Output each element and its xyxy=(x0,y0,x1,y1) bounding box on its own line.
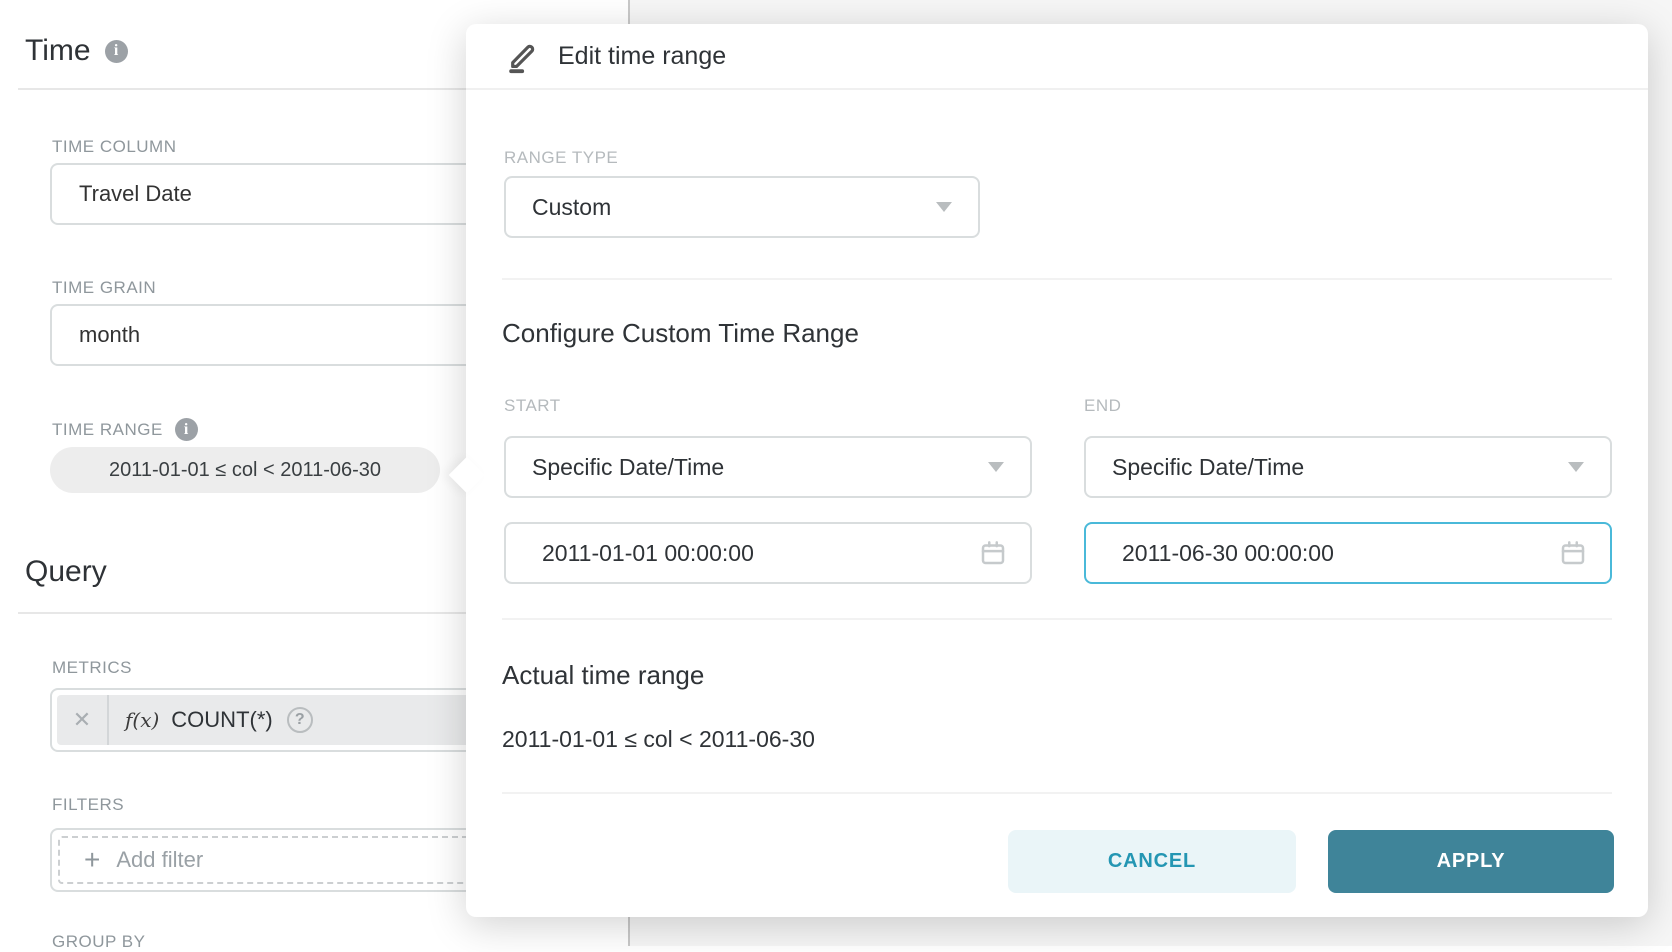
help-icon[interactable]: ? xyxy=(287,707,313,733)
start-label: START xyxy=(504,396,561,416)
start-datetime-input[interactable]: 2011-01-01 00:00:00 xyxy=(504,522,1032,584)
start-mode-value: Specific Date/Time xyxy=(532,454,724,481)
range-type-label: RANGE TYPE xyxy=(504,148,618,168)
edit-time-range-popover: Edit time range RANGE TYPE Custom Config… xyxy=(466,24,1648,917)
start-mode-select[interactable]: Specific Date/Time xyxy=(504,436,1032,498)
query-section-title: Query xyxy=(25,555,107,589)
start-datetime-value: 2011-01-01 00:00:00 xyxy=(542,540,754,567)
end-label: END xyxy=(1084,396,1121,416)
range-type-value: Custom xyxy=(532,194,611,221)
calendar-icon[interactable] xyxy=(1558,538,1588,568)
chevron-down-icon xyxy=(988,462,1004,472)
time-grain-label: TIME GRAIN xyxy=(52,278,156,298)
metric-name: COUNT(*) xyxy=(171,707,272,733)
range-type-select[interactable]: Custom xyxy=(504,176,980,238)
time-section-title-text: Time xyxy=(25,34,91,68)
popover-header: Edit time range xyxy=(466,24,1648,90)
end-mode-select[interactable]: Specific Date/Time xyxy=(1084,436,1612,498)
chevron-down-icon xyxy=(936,202,952,212)
divider xyxy=(502,278,1612,280)
info-icon[interactable]: i xyxy=(105,40,128,63)
end-mode-value: Specific Date/Time xyxy=(1112,454,1304,481)
pencil-icon xyxy=(504,37,542,75)
query-section-title-text: Query xyxy=(25,555,107,589)
end-datetime-input[interactable]: 2011-06-30 00:00:00 xyxy=(1084,522,1612,584)
time-range-label: TIME RANGE i xyxy=(52,418,198,441)
divider xyxy=(502,618,1612,620)
chevron-down-icon xyxy=(1568,462,1584,472)
function-icon: f(x) xyxy=(125,708,159,732)
end-datetime-value: 2011-06-30 00:00:00 xyxy=(1122,540,1334,567)
divider xyxy=(502,792,1612,794)
time-range-pill-text: 2011-01-01 ≤ col < 2011-06-30 xyxy=(109,459,381,482)
remove-metric-icon[interactable]: ✕ xyxy=(57,695,109,745)
actual-time-range-value: 2011-01-01 ≤ col < 2011-06-30 xyxy=(502,726,815,753)
time-column-label: TIME COLUMN xyxy=(52,137,177,157)
popover-title: Edit time range xyxy=(558,42,726,71)
time-section-title: Time i xyxy=(25,34,128,68)
time-range-pill[interactable]: 2011-01-01 ≤ col < 2011-06-30 xyxy=(50,447,440,493)
popover-arrow xyxy=(449,457,486,494)
calendar-icon[interactable] xyxy=(978,538,1008,568)
time-range-label-text: TIME RANGE xyxy=(52,420,163,440)
cancel-button[interactable]: CANCEL xyxy=(1008,830,1296,893)
time-column-value: Travel Date xyxy=(79,181,192,207)
add-filter-label: Add filter xyxy=(116,847,203,873)
info-icon[interactable]: i xyxy=(175,418,198,441)
plus-icon: + xyxy=(84,846,100,874)
metrics-label: METRICS xyxy=(52,658,132,678)
apply-button[interactable]: APPLY xyxy=(1328,830,1614,893)
filters-label: FILTERS xyxy=(52,795,124,815)
actual-time-range-heading: Actual time range xyxy=(502,660,704,691)
time-grain-value: month xyxy=(79,322,140,348)
group-by-label: GROUP BY xyxy=(52,932,145,952)
configure-heading: Configure Custom Time Range xyxy=(502,318,859,349)
